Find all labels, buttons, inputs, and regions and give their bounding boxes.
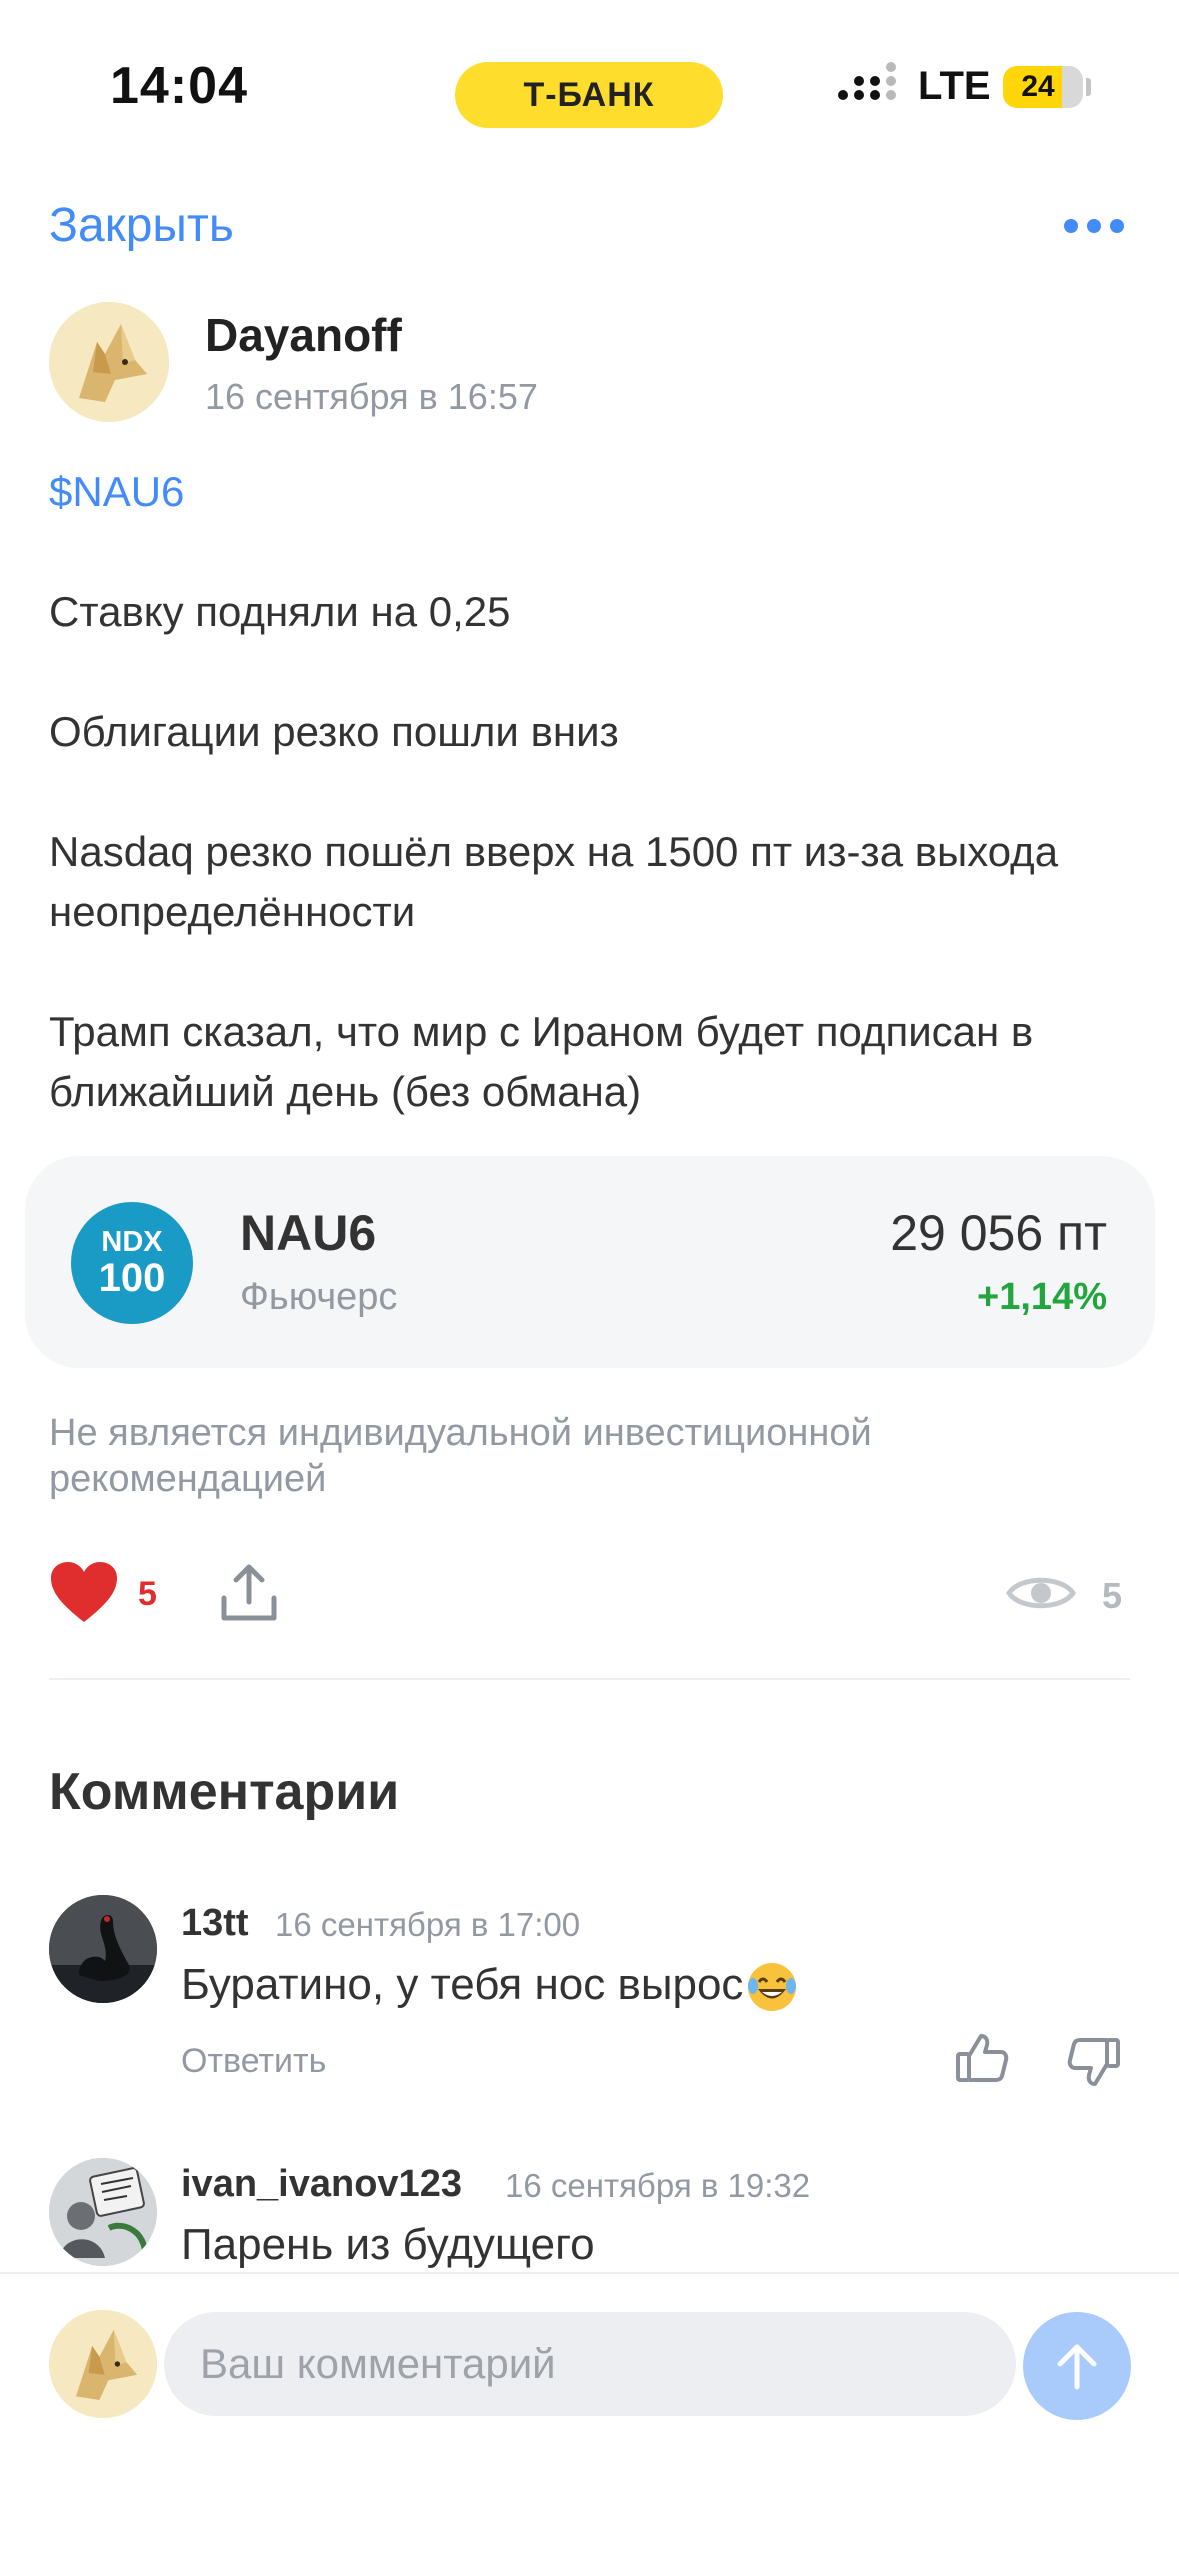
send-button[interactable]	[1023, 2312, 1131, 2420]
instrument-name: NAU6	[240, 1205, 377, 1261]
share-icon[interactable]	[218, 1562, 280, 1624]
author-name[interactable]: Dayanoff	[205, 308, 402, 362]
author-avatar[interactable]	[49, 302, 169, 422]
instrument-price: 29 056 пт	[890, 1205, 1107, 1261]
comment-date: 16 сентября в 19:32	[505, 2167, 811, 2204]
status-bar: 14:04 Т-БАНК LTE 24	[0, 0, 1179, 175]
swan-avatar-icon	[49, 1895, 157, 2003]
instrument-logo-line1: NDX	[101, 1226, 163, 1258]
status-time: 14:04	[110, 57, 248, 115]
instrument-card[interactable]: NDX 100 NAU6 Фьючерс 29 056 пт +1,14%	[25, 1156, 1155, 1368]
divider	[49, 1678, 1130, 1680]
post-paragraph: Облигации резко пошли вниз	[49, 708, 619, 755]
comment-input[interactable]	[164, 2312, 1016, 2416]
thumbs-up-icon[interactable]	[954, 2030, 1010, 2086]
fox-avatar-icon	[49, 2310, 157, 2418]
comment-avatar[interactable]	[49, 2158, 157, 2266]
eye-icon	[1006, 1570, 1076, 1616]
comments-title: Комментарии	[49, 1763, 400, 1821]
close-button[interactable]: Закрыть	[49, 198, 234, 253]
heart-icon[interactable]	[49, 1560, 119, 1624]
more-dots-icon[interactable]	[1064, 208, 1126, 244]
battery-level: 24	[1021, 70, 1055, 103]
my-avatar	[49, 2310, 157, 2418]
post-paragraph: Nasdaq резко пошёл вверх на 1500 пт из-з…	[49, 828, 1059, 935]
comment-author[interactable]: 13tt	[181, 1902, 249, 1945]
comment-text: Парень из будущего	[181, 2220, 595, 2269]
post-date: 16 сентября в 16:57	[205, 376, 538, 417]
comment-avatar[interactable]	[49, 1895, 157, 2003]
reply-button[interactable]: Ответить	[181, 2042, 326, 2081]
post-paragraph: Трамп сказал, что мир с Ираном будет под…	[49, 1008, 1034, 1115]
post-paragraph: Ставку подняли на 0,25	[49, 588, 511, 635]
signal-icon	[838, 62, 900, 108]
instrument-logo: NDX 100	[71, 1202, 193, 1324]
battery-icon: 24	[1003, 66, 1083, 108]
comment-text-content: Буратино, у тебя нос вырос	[181, 1960, 744, 2009]
laughing-tears-emoji-icon	[748, 1963, 797, 2012]
arrow-up-icon	[1057, 2344, 1097, 2390]
fox-avatar-icon	[49, 302, 169, 422]
comment-author[interactable]: ivan_ivanov123	[181, 2163, 462, 2206]
instrument-logo-line2: 100	[98, 1256, 166, 1300]
instrument-type: Фьючерс	[240, 1276, 398, 1318]
battery-tip	[1086, 78, 1091, 96]
like-count: 5	[138, 1575, 157, 1613]
thumbs-down-icon[interactable]	[1066, 2034, 1122, 2090]
comment-date: 16 сентября в 17:00	[275, 1906, 581, 1943]
disclaimer: Не является индивидуальной инвестиционно…	[49, 1412, 872, 1500]
post-body: $NAU6 Ставку подняли на 0,25 Облигации р…	[49, 462, 1139, 1122]
comment-text: Буратино, у тебя нос вырос	[181, 1960, 799, 2014]
instrument-change: +1,14%	[977, 1276, 1107, 1318]
sketch-avatar-icon	[49, 2158, 157, 2266]
view-count: 5	[1102, 1575, 1123, 1616]
bank-badge[interactable]: Т-БАНК	[455, 62, 723, 128]
network-type: LTE	[918, 64, 991, 108]
ticker-link[interactable]: $NAU6	[49, 462, 1139, 522]
